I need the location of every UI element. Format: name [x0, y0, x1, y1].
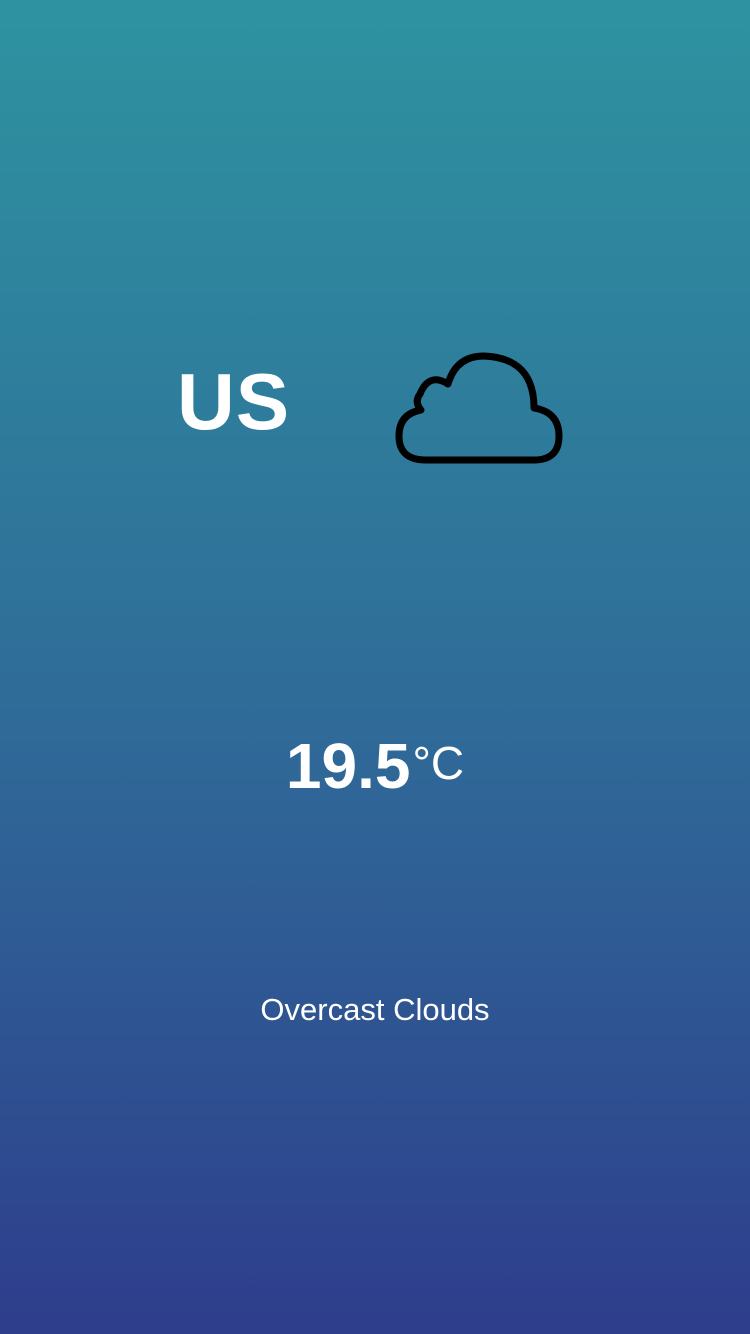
weather-screen: US 19.5 °C Overcast Clouds — [0, 0, 750, 1334]
country-label: US — [177, 357, 291, 446]
temperature-value: 19.5 — [285, 730, 411, 802]
cloud-icon — [395, 352, 563, 464]
temperature-unit: °C — [412, 737, 465, 789]
weather-description: Overcast Clouds — [260, 992, 490, 1027]
temperature-display: 19.5 °C — [0, 728, 750, 804]
